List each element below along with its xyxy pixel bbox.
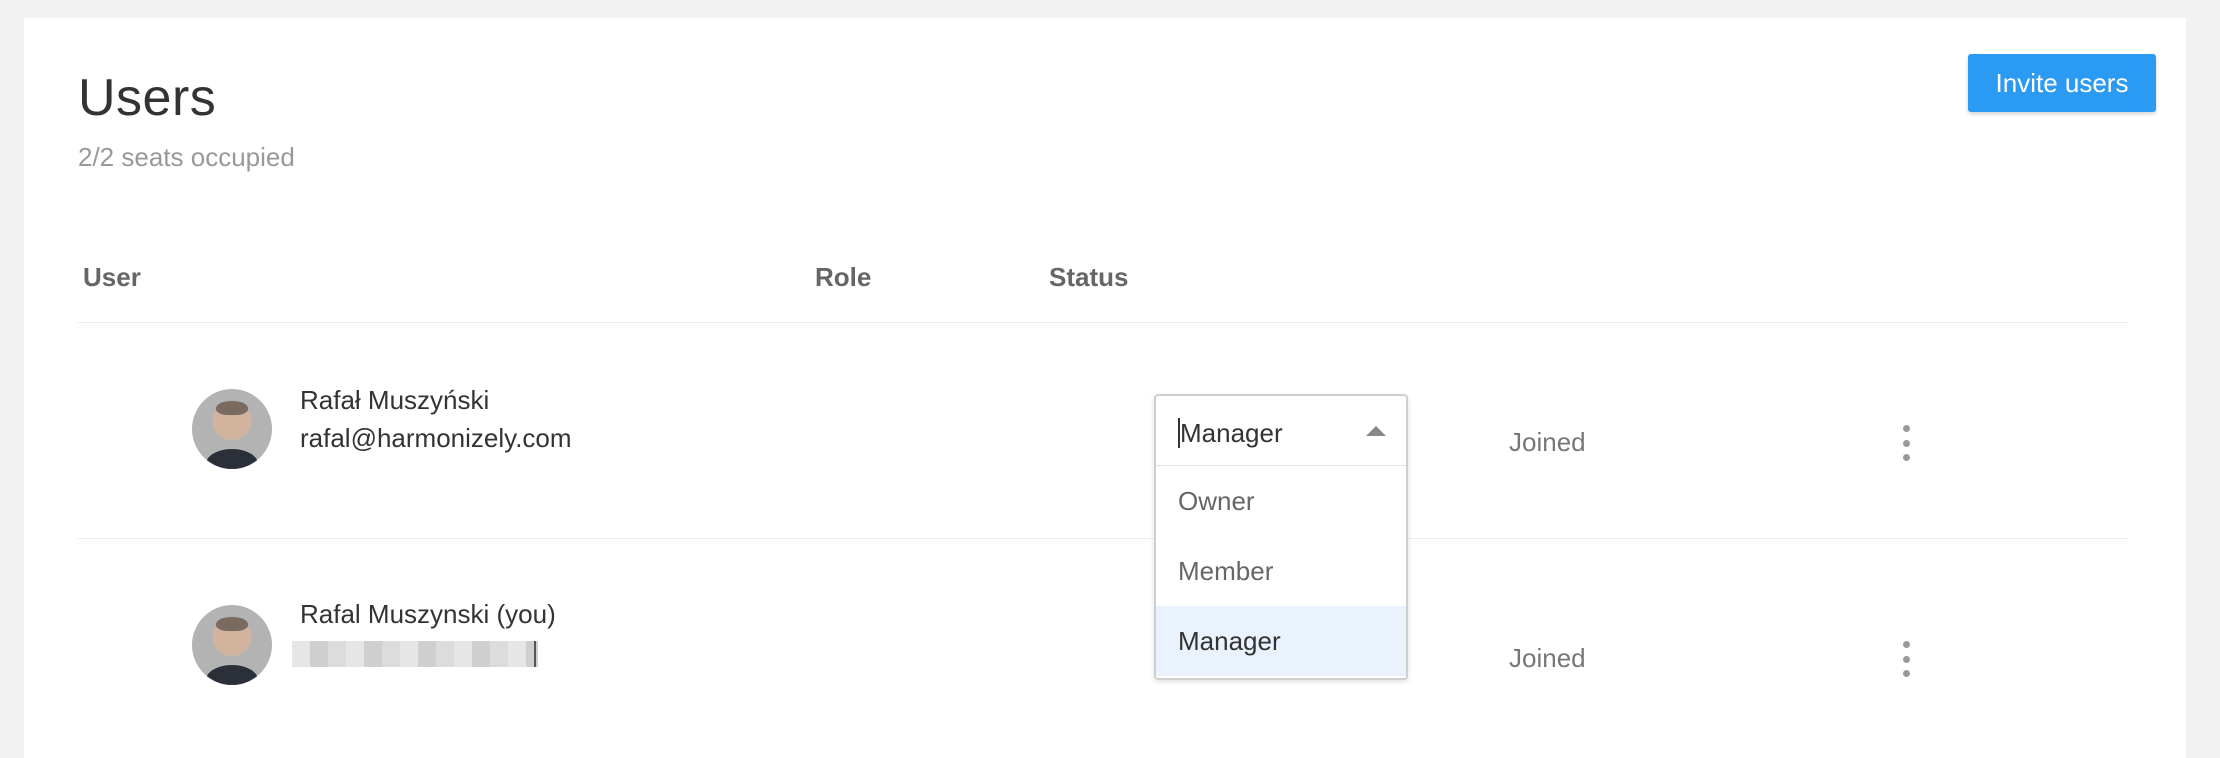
role-option-member[interactable]: Member [1156,536,1406,606]
seats-occupied: 2/2 seats occupied [78,142,295,172]
status-text: Joined [1509,427,1586,457]
avatar [192,389,272,469]
column-header-role: Role [815,262,872,292]
invite-users-button[interactable]: Invite users [1968,54,2156,112]
page-title: Users [78,69,217,127]
redacted-email-edge [534,641,536,667]
role-option-owner[interactable]: Owner [1156,466,1406,536]
table-row: Rafał Muszyński rafal@harmonizely.com Jo… [78,323,2128,533]
role-select-control[interactable]: Manager [1156,396,1406,466]
role-option-manager[interactable]: Manager [1156,606,1406,676]
user-name: Rafal Muszynski (you) [300,599,556,629]
more-options-icon[interactable] [1896,425,1916,461]
column-header-user: User [83,262,141,292]
table-row: Rafal Muszynski (you) Joined [78,539,2128,749]
role-select-value[interactable]: Manager [1178,418,1283,448]
more-options-icon[interactable] [1896,641,1916,677]
status-text: Joined [1509,643,1586,673]
user-name: Rafał Muszyński [300,385,490,415]
caret-up-icon[interactable] [1366,426,1386,436]
user-email: rafal@harmonizely.com [300,423,572,453]
role-select[interactable]: Manager Owner Member Manager [1154,394,1408,680]
avatar [192,605,272,685]
users-card: Users 2/2 seats occupied Invite users Us… [24,18,2186,758]
redacted-email [292,641,538,667]
column-header-status: Status [1049,262,1129,292]
